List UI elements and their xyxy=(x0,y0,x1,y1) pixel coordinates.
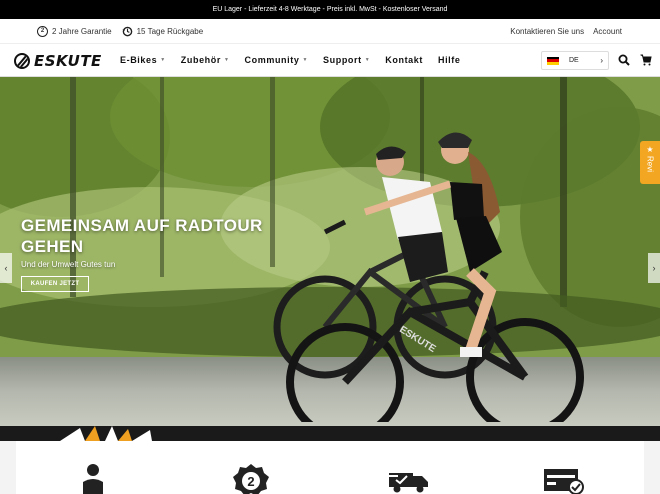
carousel-next-button[interactable]: › xyxy=(648,253,660,283)
person-icon xyxy=(83,464,103,494)
nav-item-label: Zubehör xyxy=(180,55,221,65)
nav-item-ebikes[interactable]: E-Bikes ▼ xyxy=(120,55,166,65)
main-nav: ESKUTE E-Bikes ▼ Zubehör ▼ Community ▼ Supp… xyxy=(0,43,660,77)
reviews-tab[interactable]: ★ Revi xyxy=(640,141,660,184)
chevron-down-icon: ▼ xyxy=(364,57,371,63)
features-section: 2 xyxy=(0,441,660,494)
nav-item-kontakt[interactable]: Kontakt xyxy=(385,55,423,65)
star-icon: ★ xyxy=(646,145,654,154)
reviews-tab-label: Revi xyxy=(645,156,655,173)
cart-icon[interactable] xyxy=(640,54,652,66)
chevron-down-icon: ▼ xyxy=(302,57,309,63)
nav-item-zubehoer[interactable]: Zubehör ▼ xyxy=(181,55,230,65)
nav-item-label: E-Bikes xyxy=(120,55,158,65)
search-icon[interactable] xyxy=(618,54,630,66)
nav-item-community[interactable]: Community ▼ xyxy=(245,55,308,65)
delivery-truck-icon xyxy=(389,473,428,493)
guarantee-info: 2 2 Jahre Garantie xyxy=(37,25,112,37)
returns-info: 15 Tage Rückgabe xyxy=(122,26,204,37)
chevron-right-icon: › xyxy=(600,56,603,65)
decorative-burst-graphic xyxy=(60,426,152,441)
hero-title: GEMEINSAM AUF RADTOUR GEHEN xyxy=(21,216,263,256)
announcement-bar: EU Lager - Lieferzeit 4-8 Werktage - Pre… xyxy=(0,0,660,19)
logo-text: ESKUTE xyxy=(34,52,102,70)
carousel-prev-button[interactable]: ‹ xyxy=(0,253,12,283)
nav-menu: E-Bikes ▼ Zubehör ▼ Community ▼ Support ▼ Ko… xyxy=(120,55,461,65)
account-link[interactable]: Account xyxy=(593,27,622,36)
returns-text: 15 Tage Rückgabe xyxy=(136,26,204,36)
announcement-text: EU Lager - Lieferzeit 4-8 Werktage - Pre… xyxy=(212,6,448,13)
nav-item-label: Community xyxy=(244,55,300,65)
decorative-strip xyxy=(0,426,660,441)
guarantee-icon: 2 xyxy=(37,25,48,37)
logo-mark-icon xyxy=(14,53,30,69)
hero-banner: ESKUTE GEMEINSAM AUF RADTOUR GEHEN Und d… xyxy=(0,77,660,426)
nav-item-label: Kontakt xyxy=(385,55,423,65)
return-icon xyxy=(122,26,132,36)
cyclists-image: ESKUTE xyxy=(273,132,584,422)
chevron-left-icon: ‹ xyxy=(4,263,8,273)
shop-now-button[interactable]: KAUFEN JETZT xyxy=(21,276,89,292)
nav-item-hilfe[interactable]: Hilfe xyxy=(438,55,461,65)
secure-payment-icon xyxy=(544,469,584,494)
nav-item-support[interactable]: Support ▼ xyxy=(323,55,370,65)
contact-link[interactable]: Kontaktieren Sie uns xyxy=(510,27,584,36)
chevron-down-icon: ▼ xyxy=(223,57,230,63)
language-selector[interactable]: DE › xyxy=(541,51,609,70)
hero-subtitle: Und der Umwelt Gutes tun xyxy=(21,260,116,269)
logo[interactable]: ESKUTE xyxy=(14,52,102,70)
guarantee-text: 2 Jahre Garantie xyxy=(52,26,112,36)
info-bar: 2 2 Jahre Garantie 15 Tage Rückgabe Kont… xyxy=(0,19,660,43)
nav-item-label: Hilfe xyxy=(437,55,461,65)
warranty-badge-icon: 2 xyxy=(233,464,269,494)
language-code: DE xyxy=(569,57,579,64)
german-flag-icon xyxy=(547,56,559,65)
chevron-right-icon: › xyxy=(652,263,656,273)
features-card: 2 xyxy=(16,441,644,494)
nav-item-label: Support xyxy=(323,55,362,65)
chevron-down-icon: ▼ xyxy=(160,57,166,63)
svg-text:2: 2 xyxy=(247,474,254,489)
